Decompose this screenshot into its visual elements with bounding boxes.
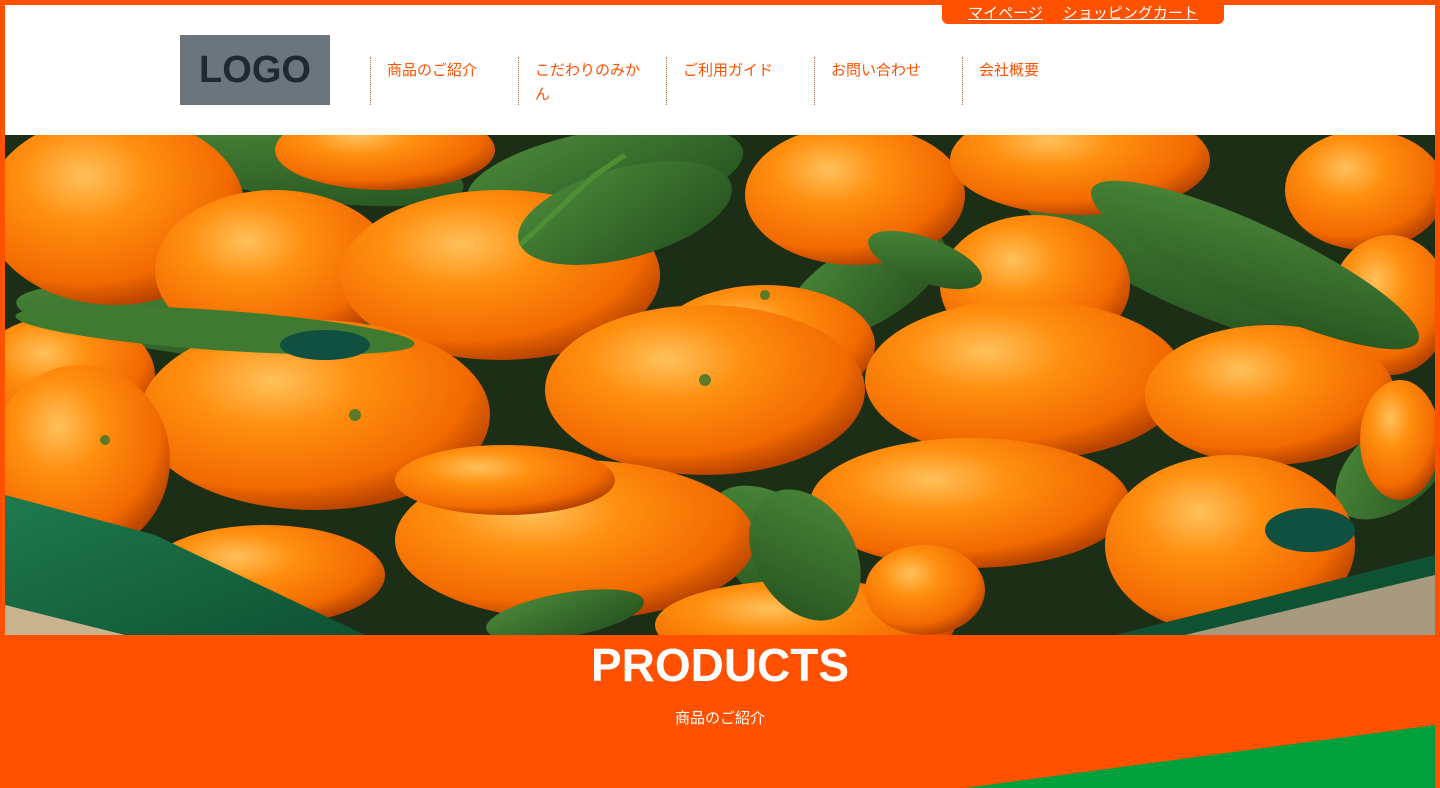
logo-text: LOGO [199,48,311,91]
hero-image [5,135,1435,635]
nav-item-label: 会社概要 [979,61,1040,79]
page-frame: マイページ ショッピングカート LOGO 商品のご紹介 こだわりのみかん ご利用… [5,5,1435,788]
oranges-illustration [5,135,1435,635]
utility-links: マイページ ショッピングカート [942,5,1224,24]
nav-item-commitment[interactable]: こだわりのみかん [518,57,666,105]
nav-item-company[interactable]: 会社概要 [962,57,1110,105]
main-nav: 商品のご紹介 こだわりのみかん ご利用ガイド お問い合わせ 会社概要 [370,57,1110,105]
section-subtitle: 商品のご紹介 [674,709,765,727]
nav-item-label: こだわりのみかん [535,61,641,103]
nav-item-label: 商品のご紹介 [387,61,478,79]
section-title: PRODUCTS [590,639,850,691]
nav-item-guide[interactable]: ご利用ガイド [666,57,814,105]
nav-item-label: ご利用ガイド [683,61,774,79]
nav-item-contact[interactable]: お問い合わせ [814,57,962,105]
products-section: PRODUCTS 商品のご紹介 [5,635,1435,788]
mypage-link[interactable]: マイページ [968,5,1043,23]
nav-item-products[interactable]: 商品のご紹介 [370,57,518,105]
site-logo[interactable]: LOGO [180,35,330,105]
site-header: マイページ ショッピングカート LOGO 商品のご紹介 こだわりのみかん ご利用… [5,5,1435,135]
shopping-cart-link[interactable]: ショッピングカート [1063,5,1198,23]
nav-item-label: お問い合わせ [831,61,922,79]
